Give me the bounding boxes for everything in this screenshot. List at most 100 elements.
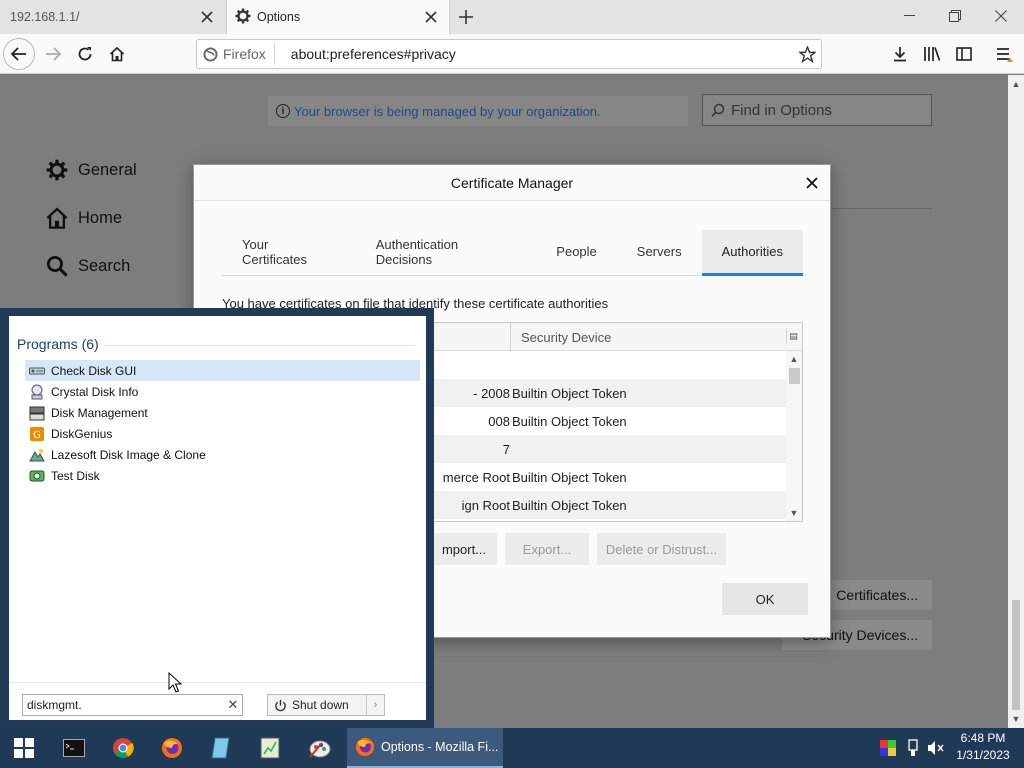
ok-button[interactable]: OK	[722, 583, 808, 615]
find-placeholder: Find in Options	[731, 101, 832, 119]
export-button[interactable]: Export...	[505, 533, 589, 565]
program-lazesoft-disk-image-clone[interactable]: Lazesoft Disk Image & Clone	[25, 444, 420, 465]
clock-time: 6:48 PM	[960, 731, 1006, 745]
navigation-toolbar: Firefox about:preferences#privacy	[0, 34, 1024, 74]
start-search-input[interactable]: diskmgmt. ✕	[22, 694, 243, 716]
category-general[interactable]: General	[45, 158, 137, 182]
column-picker-icon[interactable]: ▤	[786, 328, 800, 344]
program-test-disk[interactable]: Test Disk	[25, 465, 420, 486]
crystal-disk-icon	[29, 384, 45, 400]
cert-device: Builtin Object Token	[512, 413, 627, 429]
program-crystal-disk-info[interactable]: Crystal Disk Info	[25, 381, 420, 402]
program-label: Crystal Disk Info	[51, 384, 139, 399]
taskbar-chrome-icon[interactable]	[99, 728, 147, 768]
delete-or-distrust-button[interactable]: Delete or Distrust...	[597, 533, 726, 565]
program-label: Check Disk GUI	[51, 363, 137, 378]
firefox-icon	[203, 46, 218, 62]
back-button[interactable]	[3, 38, 35, 70]
column-security-device[interactable]: Security Device	[510, 323, 611, 351]
taskbar-notes-icon[interactable]	[197, 728, 245, 768]
tab-your-certificates[interactable]: Your Certificates	[222, 230, 356, 276]
tab-authorities[interactable]: Authorities	[701, 230, 803, 276]
category-search[interactable]: Search	[45, 254, 130, 278]
search-icon	[45, 254, 69, 278]
minimize-button[interactable]	[886, 0, 932, 32]
downloads-button[interactable]	[884, 38, 916, 70]
page-scrollbar[interactable]: ▲ ▼	[1008, 75, 1024, 728]
close-window-button[interactable]	[978, 0, 1024, 32]
home-button[interactable]	[101, 38, 133, 70]
task-label: Options - Mozilla Fi...	[381, 740, 499, 754]
volume-muted-icon[interactable]	[925, 728, 947, 768]
identity-label: Firefox	[223, 46, 266, 62]
programs-section-title: Programs (6)	[17, 336, 99, 352]
tray-app-icon[interactable]	[878, 728, 898, 768]
tab-authentication-decisions[interactable]: Authentication Decisions	[356, 230, 537, 276]
menu-button[interactable]	[988, 38, 1020, 70]
program-diskgenius[interactable]: G DiskGenius	[25, 423, 420, 444]
tab-title: 192.168.1.1/	[10, 10, 80, 24]
cert-device: Builtin Object Token	[512, 497, 627, 513]
gear-icon	[235, 8, 251, 27]
lazesoft-icon	[29, 447, 45, 463]
identity-box[interactable]: Firefox	[197, 43, 275, 65]
find-in-options-input[interactable]: Find in Options	[702, 94, 932, 126]
forward-button[interactable]	[37, 38, 69, 70]
taskbar-paint-icon[interactable]	[296, 728, 344, 768]
taskbar-cmd-icon[interactable]	[50, 728, 98, 768]
scroll-down-icon[interactable]: ▼	[1008, 712, 1024, 726]
tab-people[interactable]: People	[536, 230, 616, 276]
reload-button[interactable]	[69, 38, 101, 70]
info-icon: i	[276, 104, 290, 118]
start-button[interactable]	[0, 728, 48, 768]
taskbar-chart-app-icon[interactable]	[246, 728, 294, 768]
taskbar-firefox-icon[interactable]	[148, 728, 196, 768]
tab-options[interactable]: Options	[226, 0, 450, 34]
url-bar[interactable]: Firefox about:preferences#privacy	[196, 39, 822, 69]
program-label: Test Disk	[51, 468, 100, 483]
close-tab-icon[interactable]	[195, 5, 219, 29]
category-home[interactable]: Home	[45, 206, 122, 230]
search-icon	[711, 103, 725, 117]
category-label: Home	[78, 208, 123, 227]
svg-text:G: G	[33, 430, 41, 441]
import-button[interactable]: mport...	[431, 533, 497, 565]
scroll-up-icon[interactable]: ▲	[1008, 77, 1024, 91]
scrollbar-thumb[interactable]	[1012, 600, 1020, 710]
program-disk-management[interactable]: Disk Management	[25, 402, 420, 423]
close-icon[interactable]	[802, 173, 822, 193]
library-button[interactable]	[916, 38, 948, 70]
restore-button[interactable]	[932, 0, 978, 32]
usb-icon[interactable]	[904, 728, 922, 768]
divider	[104, 345, 414, 346]
disk-management-icon	[29, 405, 45, 421]
program-label: Lazesoft Disk Image & Clone	[51, 447, 206, 462]
dialog-header: Certificate Manager	[194, 165, 830, 201]
shutdown-button[interactable]: Shut down ›	[267, 694, 385, 716]
taskbar-firefox-task[interactable]: Options - Mozilla Fi...	[347, 728, 503, 768]
tab-strip: 192.168.1.1/ Options	[0, 0, 1024, 34]
cert-device: Builtin Object Token	[512, 385, 627, 401]
program-label: DiskGenius	[51, 426, 113, 441]
clear-search-icon[interactable]: ✕	[224, 697, 242, 713]
program-check-disk-gui[interactable]: Check Disk GUI	[25, 360, 420, 381]
program-label: Disk Management	[51, 405, 148, 420]
tab-router[interactable]: 192.168.1.1/	[0, 0, 225, 34]
scroll-down-icon[interactable]: ▼	[786, 506, 802, 520]
check-disk-icon	[29, 363, 45, 379]
policy-notice[interactable]: i Your browser is being managed by your …	[268, 96, 688, 126]
tab-servers[interactable]: Servers	[617, 230, 702, 276]
url-text[interactable]: about:preferences#privacy	[275, 46, 793, 62]
system-clock[interactable]: 6:48 PM 1/31/2023	[950, 730, 1016, 764]
category-label: Search	[78, 256, 131, 275]
sidebar-button[interactable]	[948, 38, 980, 70]
new-tab-button[interactable]	[452, 4, 480, 30]
shutdown-options-arrow-icon[interactable]: ›	[366, 695, 384, 715]
divider	[832, 208, 932, 209]
tree-scrollbar[interactable]: ▲ ▼	[786, 351, 802, 521]
start-menu: Programs (6) Check Disk GUI Crystal Disk…	[0, 308, 434, 728]
close-tab-icon[interactable]	[419, 5, 443, 29]
scrollbar-thumb[interactable]	[789, 368, 800, 384]
bookmark-star-icon[interactable]	[793, 45, 821, 63]
scroll-up-icon[interactable]: ▲	[786, 352, 802, 366]
